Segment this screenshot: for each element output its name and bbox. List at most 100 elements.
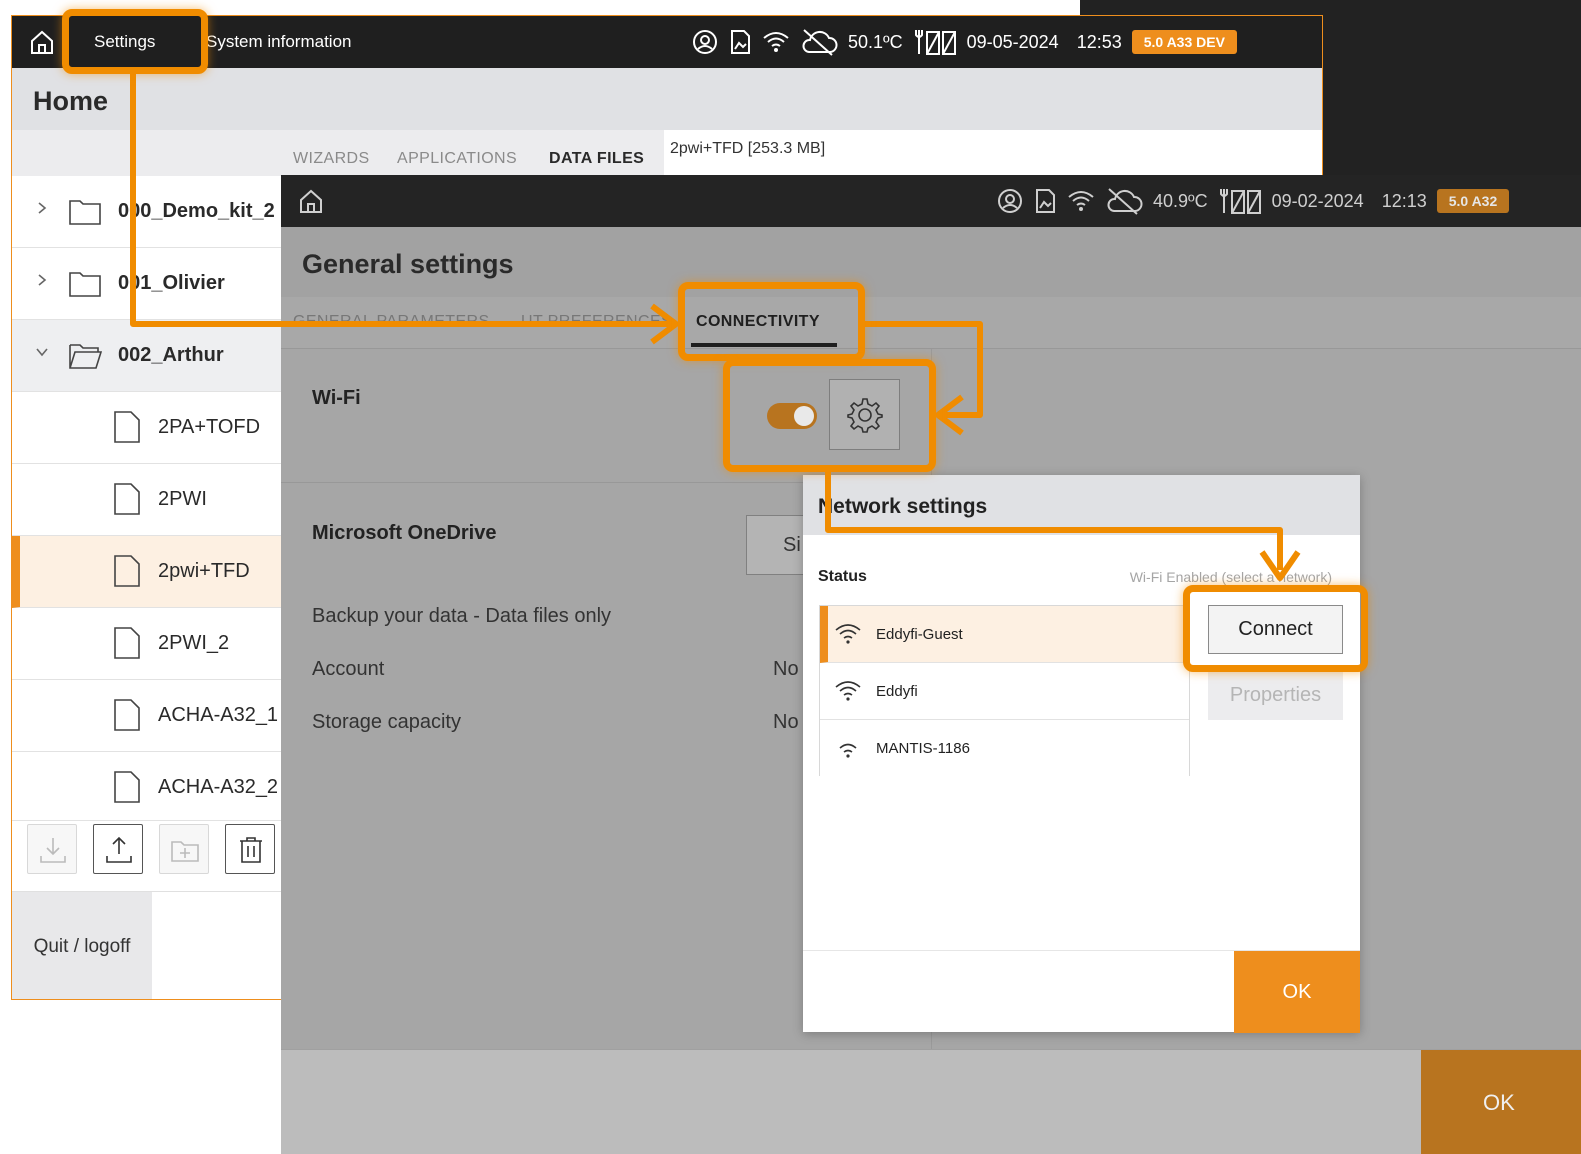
- top-bar: 40.9ºC 09-02-2024 12:13 5.0 A32: [281, 175, 1581, 227]
- tab-ut-preferences[interactable]: UT PREFERENCES: [521, 313, 672, 331]
- tab-wizards[interactable]: WIZARDS: [293, 150, 370, 168]
- user-icon[interactable]: [997, 188, 1023, 214]
- home-icon[interactable]: [28, 28, 56, 56]
- battery-status-icon: [914, 30, 956, 55]
- date: 09-05-2024: [966, 31, 1059, 52]
- upload-button[interactable]: [93, 824, 143, 874]
- home-icon[interactable]: [297, 187, 325, 215]
- time: 12:13: [1381, 190, 1427, 211]
- chevron-right-icon[interactable]: [34, 272, 50, 288]
- network-item-selected[interactable]: Eddyfi-Guest: [820, 606, 1189, 663]
- tree-item-label: 2PWI: [158, 488, 207, 510]
- account-label: Account: [312, 658, 385, 680]
- temperature: 50.1ºC: [848, 31, 903, 52]
- page-title: General settings: [302, 249, 514, 279]
- dialog-ok-button[interactable]: OK: [1234, 951, 1360, 1033]
- wifi-icon: [835, 624, 861, 644]
- wifi-icon[interactable]: [1067, 190, 1095, 212]
- temperature: 40.9ºC: [1153, 190, 1208, 211]
- trash-icon: [240, 837, 262, 863]
- network-name: Eddyfi: [876, 683, 918, 700]
- tab-data-files[interactable]: DATA FILES: [549, 150, 644, 168]
- screenshot-icon[interactable]: [728, 29, 752, 55]
- tree-file-row-selected[interactable]: 2pwi+TFD: [12, 536, 292, 608]
- storage-capacity-label: Storage capacity: [312, 711, 461, 733]
- time: 12:53: [1076, 31, 1122, 52]
- network-item[interactable]: MANTIS-1186: [820, 720, 1189, 777]
- storage-capacity-value: No: [773, 711, 799, 733]
- status-area: 50.1ºC 09-05-2024 12:53 5.0 A33 DEV: [692, 16, 1237, 68]
- tree-item-label: 001_Olivier: [118, 272, 225, 294]
- chevron-down-icon[interactable]: [34, 344, 50, 360]
- file-icon: [114, 555, 140, 587]
- folder-open-icon: [69, 344, 102, 369]
- version-badge: 5.0 A32: [1436, 189, 1510, 213]
- delete-button[interactable]: [225, 824, 275, 874]
- battery-status-icon: [1219, 189, 1261, 214]
- tree-folder-row[interactable]: 001_Olivier: [12, 248, 292, 320]
- tree-item-label: 2PA+TOFD: [158, 416, 261, 438]
- screenshot-icon[interactable]: [1033, 188, 1057, 214]
- onedrive-title: Microsoft OneDrive: [312, 522, 497, 544]
- menu-system-information[interactable]: System information: [206, 16, 352, 68]
- tree-folder-row-expanded[interactable]: 002_Arthur: [12, 320, 292, 392]
- tree-file-row[interactable]: 2PWI: [12, 464, 292, 536]
- wifi-icon[interactable]: [762, 31, 790, 53]
- tree-file-row[interactable]: ACHA-A32_2: [12, 752, 292, 821]
- tree-item-label: 002_Arthur: [118, 344, 224, 366]
- tree-file-row[interactable]: 2PA+TOFD: [12, 392, 292, 464]
- tree-item-label: 000_Demo_kit_2: [118, 200, 275, 222]
- settings-ok-button[interactable]: OK: [1421, 1050, 1581, 1154]
- file-icon: [114, 483, 140, 515]
- user-icon[interactable]: [692, 29, 718, 55]
- dialog-header: Network settings: [803, 475, 1360, 535]
- network-name: MANTIS-1186: [876, 740, 970, 757]
- wifi-icon: [835, 681, 861, 701]
- tree-file-row[interactable]: ACHA-A32_1: [12, 680, 292, 752]
- network-settings-dialog: Network settings Status Wi-Fi Enabled (s…: [803, 475, 1360, 1033]
- settings-tabs: GENERAL PARAMETERS UT PREFERENCES CONNEC…: [281, 297, 1581, 349]
- home-header: Home: [12, 68, 1322, 130]
- highlight-connect-button: [1183, 585, 1368, 672]
- network-item[interactable]: Eddyfi: [820, 663, 1189, 720]
- network-name: Eddyfi-Guest: [876, 626, 963, 643]
- new-folder-button[interactable]: [159, 824, 209, 874]
- settings-header: General settings: [281, 227, 1581, 297]
- backup-description: Backup your data - Data files only: [312, 605, 612, 627]
- file-actions-toolbar: [12, 821, 292, 891]
- folder-icon: [69, 272, 101, 297]
- file-icon: [114, 627, 140, 659]
- tree-folder-row[interactable]: 000_Demo_kit_2: [12, 176, 292, 248]
- footer: Quit / logoff: [12, 891, 292, 999]
- chevron-right-icon[interactable]: [34, 200, 50, 216]
- dialog-footer: OK: [803, 950, 1360, 1033]
- wifi-weak-icon: [839, 743, 857, 758]
- upload-icon: [106, 836, 132, 863]
- tree-item-label: ACHA-A32_2: [158, 776, 279, 798]
- cloud-off-icon[interactable]: [1105, 187, 1143, 215]
- cloud-off-icon[interactable]: [800, 28, 838, 56]
- download-button[interactable]: [27, 824, 77, 874]
- wifi-label: Wi-Fi: [312, 387, 361, 409]
- tab-applications[interactable]: APPLICATIONS: [397, 150, 517, 168]
- status-area: 40.9ºC 09-02-2024 12:13 5.0 A32: [997, 175, 1510, 227]
- tree-item-label: 2PWI_2: [158, 632, 230, 654]
- highlight-connectivity-tab: [678, 282, 865, 361]
- highlight-wifi-controls: [723, 359, 936, 472]
- page-title: Home: [33, 86, 109, 116]
- download-icon: [40, 838, 66, 863]
- tab-general-parameters[interactable]: GENERAL PARAMETERS: [293, 313, 490, 331]
- new-folder-icon: [171, 841, 199, 862]
- settings-footer: OK: [281, 1049, 1581, 1154]
- file-icon: [114, 771, 140, 803]
- tree-file-row[interactable]: 2PWI_2: [12, 608, 292, 680]
- quit-logoff-button[interactable]: Quit / logoff: [12, 892, 152, 999]
- dialog-title: Network settings: [818, 495, 988, 518]
- status-value: Wi-Fi Enabled (select a network): [1129, 569, 1332, 585]
- file-icon: [114, 699, 140, 731]
- properties-button[interactable]: Properties: [1208, 671, 1343, 720]
- top-bar: Settings System information 50.1ºC 09-05…: [12, 16, 1322, 68]
- status-label: Status: [818, 568, 867, 585]
- highlight-settings: [62, 9, 208, 74]
- date: 09-02-2024: [1271, 190, 1364, 211]
